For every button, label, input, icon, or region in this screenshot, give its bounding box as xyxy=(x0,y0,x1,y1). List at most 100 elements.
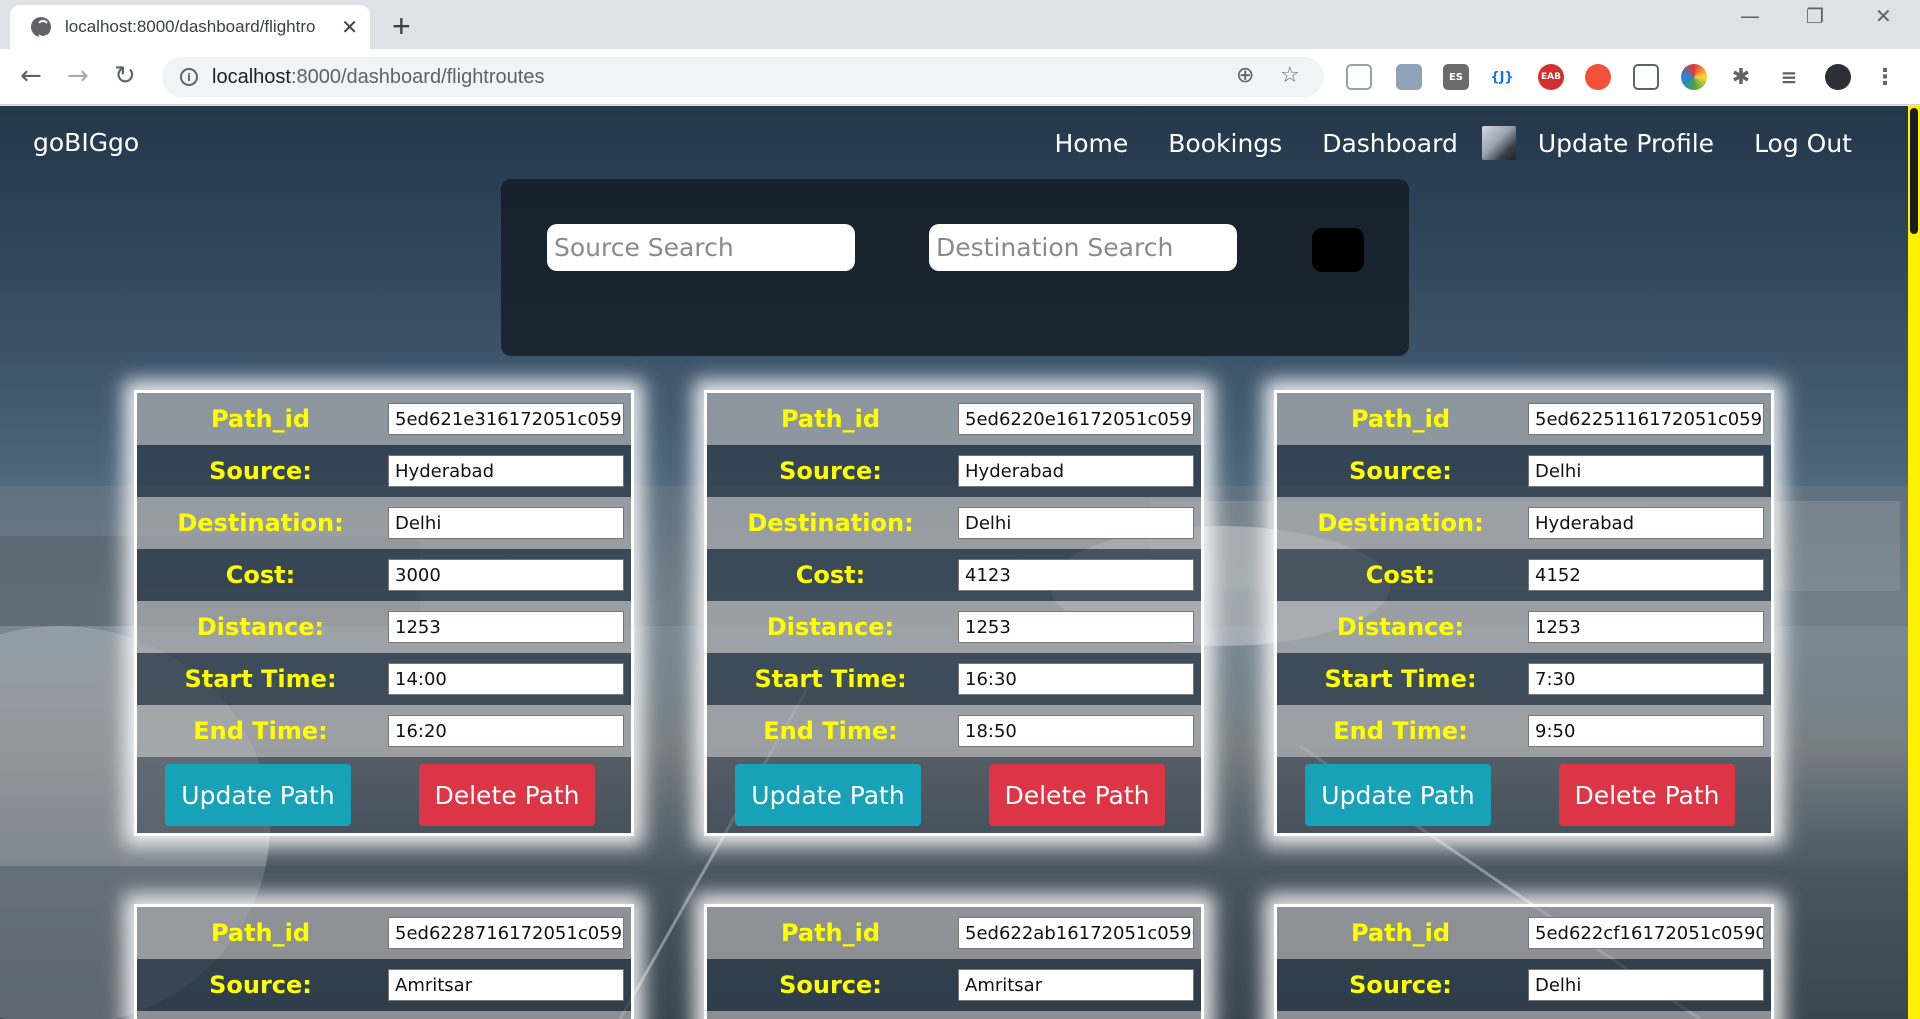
distance-label: Distance: xyxy=(1336,613,1465,641)
path-id-label: Path_id xyxy=(210,919,311,947)
puzzle-extensions-icon[interactable]: ✱ xyxy=(1728,64,1754,90)
pocket-extension-icon[interactable] xyxy=(1346,64,1372,90)
tab-title: localhost:8000/dashboard/flightro xyxy=(65,17,316,36)
color-extension-icon[interactable] xyxy=(1681,64,1707,90)
page-scrollbar[interactable] xyxy=(1908,106,1920,1019)
nav-log-out[interactable]: Log Out xyxy=(1754,129,1852,158)
path-id-label: Path_id xyxy=(780,919,881,947)
distance-field[interactable]: 1253 xyxy=(388,611,624,643)
start-time-field[interactable]: 7:30 xyxy=(1528,663,1764,695)
source-label: Source: xyxy=(209,457,312,485)
search-button[interactable] xyxy=(1312,228,1364,272)
distance-label: Distance: xyxy=(196,613,325,641)
es-extension-icon[interactable]: ES xyxy=(1443,64,1469,90)
zoom-icon[interactable]: ⊕ xyxy=(1236,63,1254,88)
start-time-field[interactable]: 16:30 xyxy=(958,663,1194,695)
cost-field[interactable]: 4152 xyxy=(1528,559,1764,591)
globe-icon xyxy=(31,17,51,38)
swift-extension-icon[interactable] xyxy=(1585,64,1611,90)
path-id-field[interactable]: 5ed622ab16172051c0590 xyxy=(958,917,1194,949)
search-panel xyxy=(501,179,1409,356)
update-path-button[interactable]: Update Path xyxy=(735,764,921,826)
destination-field[interactable]: Hyderabad xyxy=(1528,507,1764,539)
nav-bookings[interactable]: Bookings xyxy=(1168,129,1282,158)
cost-field[interactable]: 4123 xyxy=(958,559,1194,591)
inspect-extension-icon[interactable] xyxy=(1633,64,1659,90)
json-extension-icon[interactable]: {J} xyxy=(1489,64,1515,90)
cost-label: Cost: xyxy=(795,561,866,589)
nav-home[interactable]: Home xyxy=(1054,129,1128,158)
end-time-field[interactable]: 18:50 xyxy=(958,715,1194,747)
source-field[interactable]: Delhi xyxy=(1528,455,1764,487)
end-time-label: End Time: xyxy=(1333,717,1468,745)
minimize-icon[interactable]: — xyxy=(1740,4,1760,28)
path-id-label: Path_id xyxy=(210,405,311,433)
destination-field[interactable]: Delhi xyxy=(958,507,1194,539)
route-card: Path_id 5ed621e316172051c0590 Source: Hyde… xyxy=(134,390,634,836)
browser-tab[interactable]: localhost:8000/dashboard/flightro ✕ xyxy=(10,5,370,49)
path-id-field[interactable]: 5ed6220e16172051c0590 xyxy=(958,403,1194,435)
source-field[interactable]: Hyderabad xyxy=(958,455,1194,487)
path-id-field[interactable]: 5ed6225116172051c0590 xyxy=(1528,403,1764,435)
start-time-label: Start Time: xyxy=(1324,665,1477,693)
cost-field[interactable]: 3000 xyxy=(388,559,624,591)
brand-logo[interactable]: goBIGgo xyxy=(33,128,139,157)
path-id-field[interactable]: 5ed622cf16172051c0590: xyxy=(1528,917,1764,949)
start-time-label: Start Time: xyxy=(754,665,907,693)
delete-path-button[interactable]: Delete Path xyxy=(989,764,1165,826)
update-path-button[interactable]: Update Path xyxy=(165,764,351,826)
path-id-field[interactable]: 5ed6228716172051c0590 xyxy=(388,917,624,949)
cost-label: Cost: xyxy=(225,561,296,589)
bookmark-star-icon[interactable]: ☆ xyxy=(1280,63,1300,88)
end-time-label: End Time: xyxy=(193,717,328,745)
download-extension-icon[interactable] xyxy=(1396,64,1422,90)
path-id-label: Path_id xyxy=(1350,919,1451,947)
nav-links: Home Bookings Dashboard Update Profile L… xyxy=(1014,126,1852,160)
new-tab-icon[interactable]: + xyxy=(392,8,411,45)
source-field[interactable]: Hyderabad xyxy=(388,455,624,487)
page-background: goBIGgo Home Bookings Dashboard Update P… xyxy=(0,106,1908,1019)
restore-icon[interactable]: ❐ xyxy=(1806,4,1824,28)
forward-icon[interactable]: → xyxy=(67,61,89,91)
source-label: Source: xyxy=(1349,971,1452,999)
source-field[interactable]: Delhi xyxy=(1528,969,1764,1001)
site-navbar: goBIGgo Home Bookings Dashboard Update P… xyxy=(0,106,1908,182)
source-field[interactable]: Amritsar xyxy=(958,969,1194,1001)
end-time-field[interactable]: 9:50 xyxy=(1528,715,1764,747)
source-label: Source: xyxy=(1349,457,1452,485)
source-field[interactable]: Amritsar xyxy=(388,969,624,1001)
path-id-label: Path_id xyxy=(780,405,881,433)
site-info-icon[interactable]: i xyxy=(180,68,198,86)
destination-field[interactable]: Delhi xyxy=(388,507,624,539)
source-search-input[interactable] xyxy=(547,224,855,271)
distance-field[interactable]: 1253 xyxy=(958,611,1194,643)
end-time-label: End Time: xyxy=(763,717,898,745)
delete-path-button[interactable]: Delete Path xyxy=(419,764,595,826)
update-path-button[interactable]: Update Path xyxy=(1305,764,1491,826)
distance-field[interactable]: 1253 xyxy=(1528,611,1764,643)
path-id-field[interactable]: 5ed621e316172051c0590 xyxy=(388,403,624,435)
route-card: Path_id 5ed622ab16172051c0590 Source: Amri… xyxy=(704,904,1204,1019)
nav-update-profile[interactable]: Update Profile xyxy=(1538,129,1714,158)
end-time-field[interactable]: 16:20 xyxy=(388,715,624,747)
destination-label: Destination: xyxy=(1317,509,1484,537)
user-avatar xyxy=(1481,126,1516,160)
path-id-label: Path_id xyxy=(1350,405,1451,433)
source-label: Source: xyxy=(779,457,882,485)
eab-extension-icon[interactable]: EAB xyxy=(1538,64,1564,90)
address-bar[interactable]: i localhost:8000/dashboard/flightroutes … xyxy=(162,57,1324,97)
close-tab-icon[interactable]: ✕ xyxy=(341,15,358,39)
media-control-icon[interactable]: ≡ xyxy=(1776,64,1802,90)
destination-search-input[interactable] xyxy=(929,224,1237,271)
browser-menu-icon[interactable]: ⋮ xyxy=(1872,64,1898,90)
nav-dashboard[interactable]: Dashboard xyxy=(1322,129,1458,158)
reload-icon[interactable]: ↻ xyxy=(114,61,136,91)
browser-toolbar: ← → ↻ i localhost:8000/dashboard/flightr… xyxy=(0,49,1920,105)
route-card: Path_id 5ed6225116172051c0590 Source: Delh… xyxy=(1274,390,1774,836)
back-icon[interactable]: ← xyxy=(20,61,42,91)
scrollbar-thumb[interactable] xyxy=(1910,108,1918,234)
window-close-icon[interactable]: ✕ xyxy=(1875,4,1892,28)
delete-path-button[interactable]: Delete Path xyxy=(1559,764,1735,826)
profile-avatar-icon[interactable] xyxy=(1825,64,1851,90)
start-time-field[interactable]: 14:00 xyxy=(388,663,624,695)
